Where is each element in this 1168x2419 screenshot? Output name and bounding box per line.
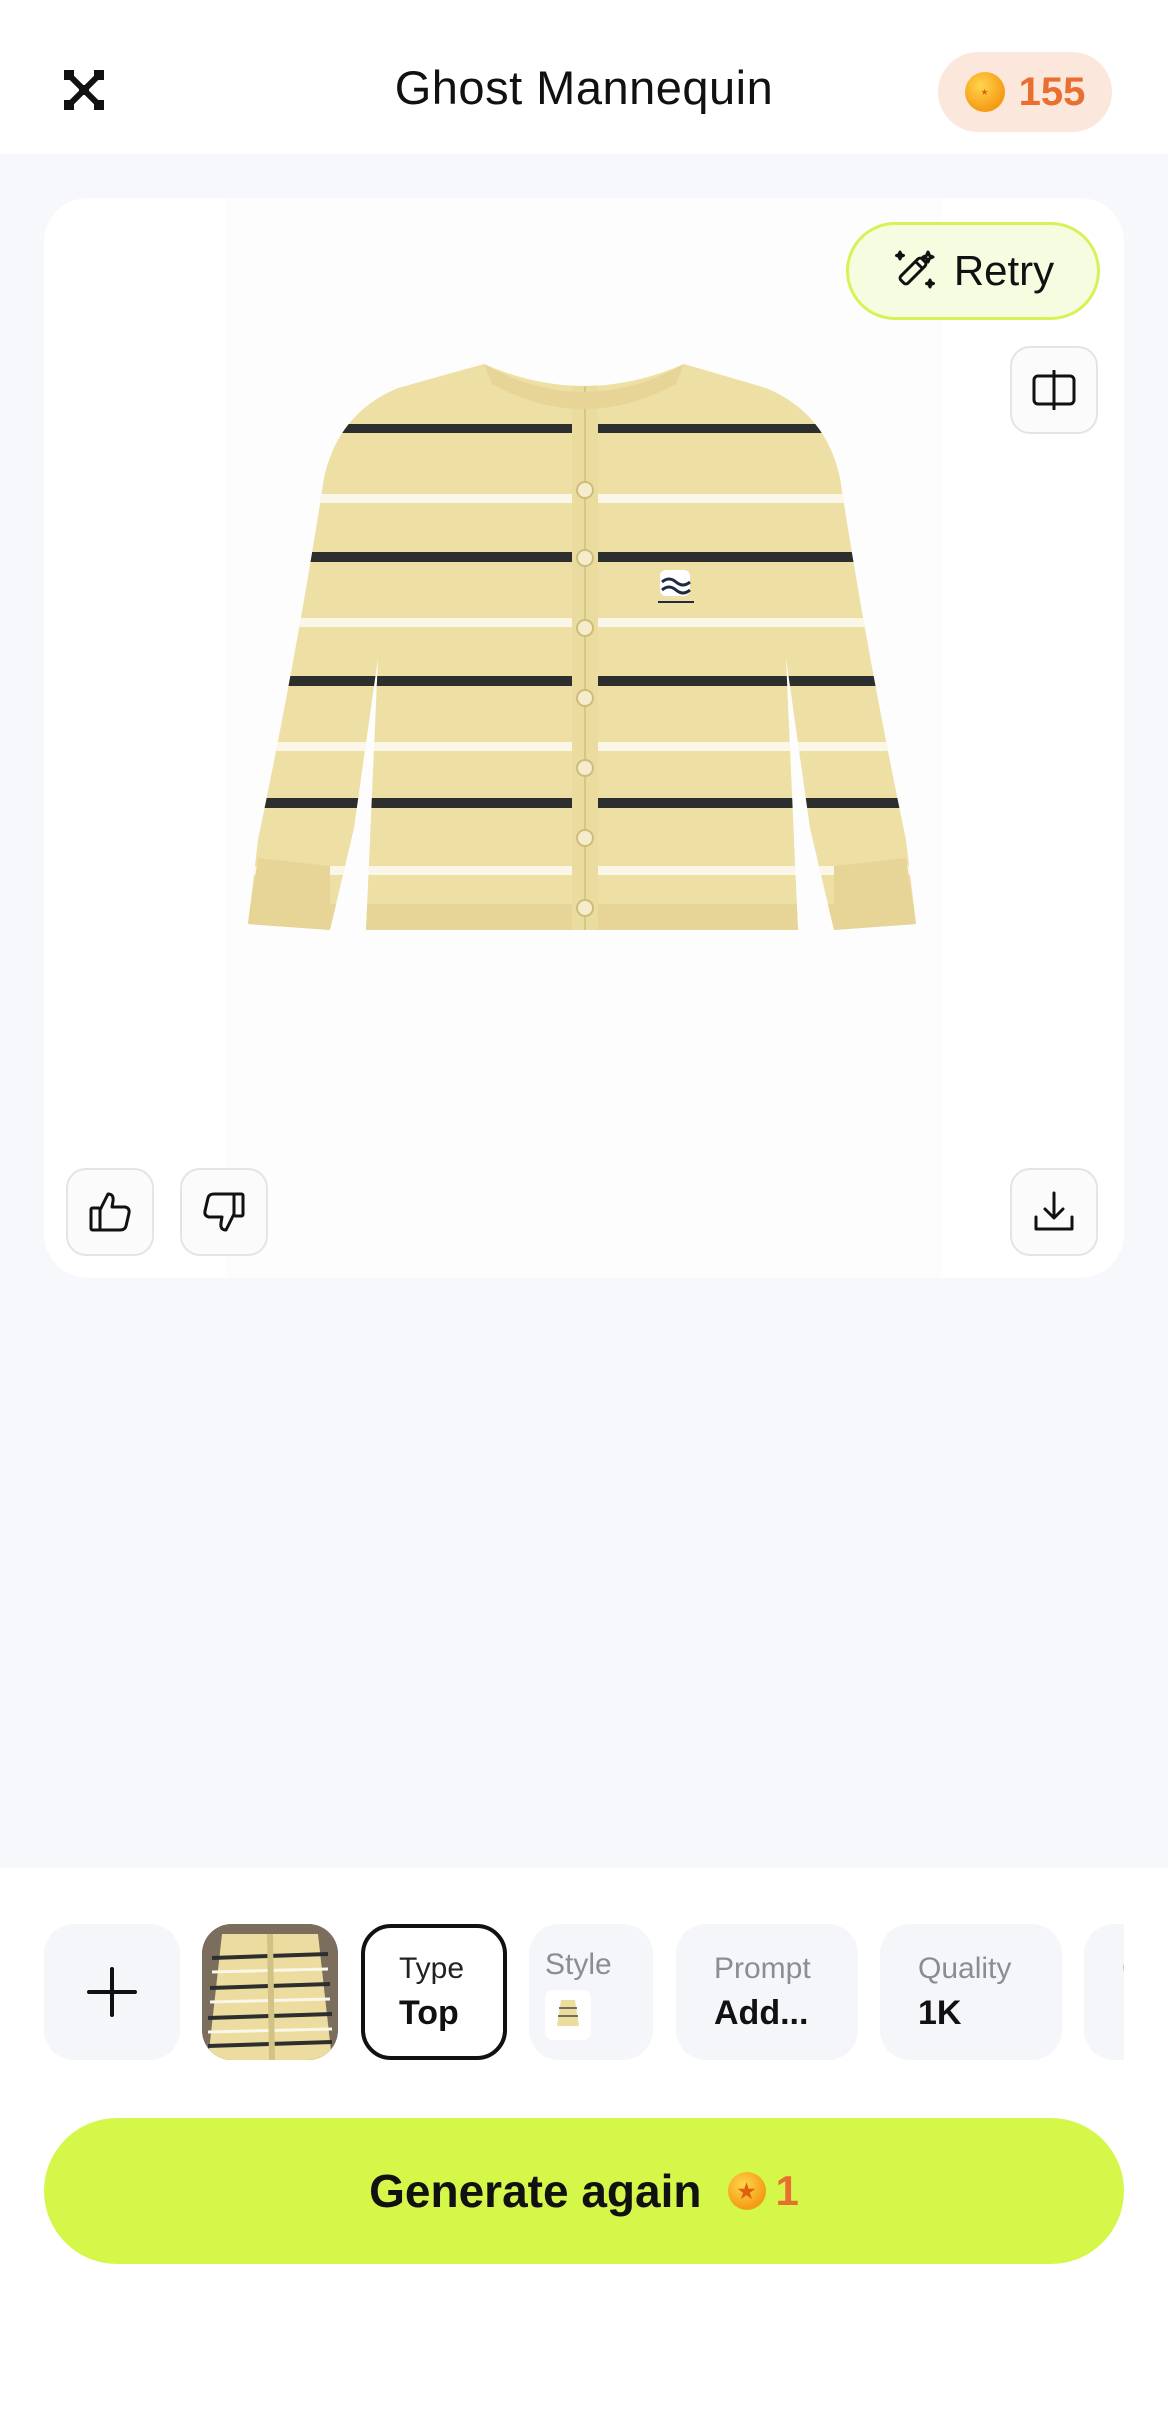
count-chip-value: 1 [1122,1994,1124,2033]
cardigan-image [248,364,916,930]
prompt-chip-label: Prompt [714,1952,811,1985]
plus-icon [87,1967,137,2017]
magic-wand-icon [894,250,935,289]
generate-again-button[interactable]: Generate again 1 [44,2118,1124,2264]
credits-count: 155 [1018,69,1086,114]
result-card: Retry [44,198,1124,1278]
style-chip[interactable]: Style [529,1924,653,2060]
download-icon [1034,1191,1074,1231]
style-chip-label: Style [545,1948,612,1981]
prompt-chip[interactable]: Prompt Add... [676,1924,858,2060]
thumbs-up-button[interactable] [66,1168,154,1256]
count-chip-label: C [1122,1952,1124,1986]
style-thumbnail [545,1990,591,2040]
quality-chip[interactable]: Quality 1K [880,1924,1062,2060]
quality-chip-value: 1K [918,1994,962,2032]
quality-chip-label: Quality [918,1952,1012,1985]
thumbs-up-icon [89,1192,131,1232]
coin-icon [727,2172,766,2210]
source-thumbnail-image [202,1924,338,2060]
source-image-thumbnail[interactable] [202,1924,338,2060]
bottom-panel: Type Top Style Prompt Add... Quality 1K … [0,1868,1168,2419]
generate-cost: 1 [727,2167,799,2215]
type-chip-label: Type [399,1952,465,1985]
coin-icon [964,72,1005,112]
type-chip[interactable]: Type Top [361,1924,507,2060]
compare-split-icon [1032,370,1076,410]
result-image [226,198,942,1278]
type-chip-value: Top [399,1994,459,2032]
thumbs-down-button[interactable] [180,1168,268,1256]
count-chip[interactable]: C 1 [1084,1924,1124,2060]
top-bar: Ghost Mannequin 155 [0,0,1168,154]
credits-badge[interactable]: 155 [938,52,1112,132]
generate-cost-value: 1 [775,2167,799,2214]
download-button[interactable] [1010,1168,1098,1256]
retry-button[interactable]: Retry [846,222,1100,320]
retry-label: Retry [953,247,1055,294]
compare-button[interactable] [1010,346,1098,434]
thumbs-down-icon [203,1192,245,1232]
generate-again-label: Generate again [369,2165,702,2217]
options-bar: Type Top Style Prompt Add... Quality 1K … [44,1924,1124,2060]
prompt-chip-value: Add... [714,1994,809,2032]
add-image-button[interactable] [44,1924,180,2060]
